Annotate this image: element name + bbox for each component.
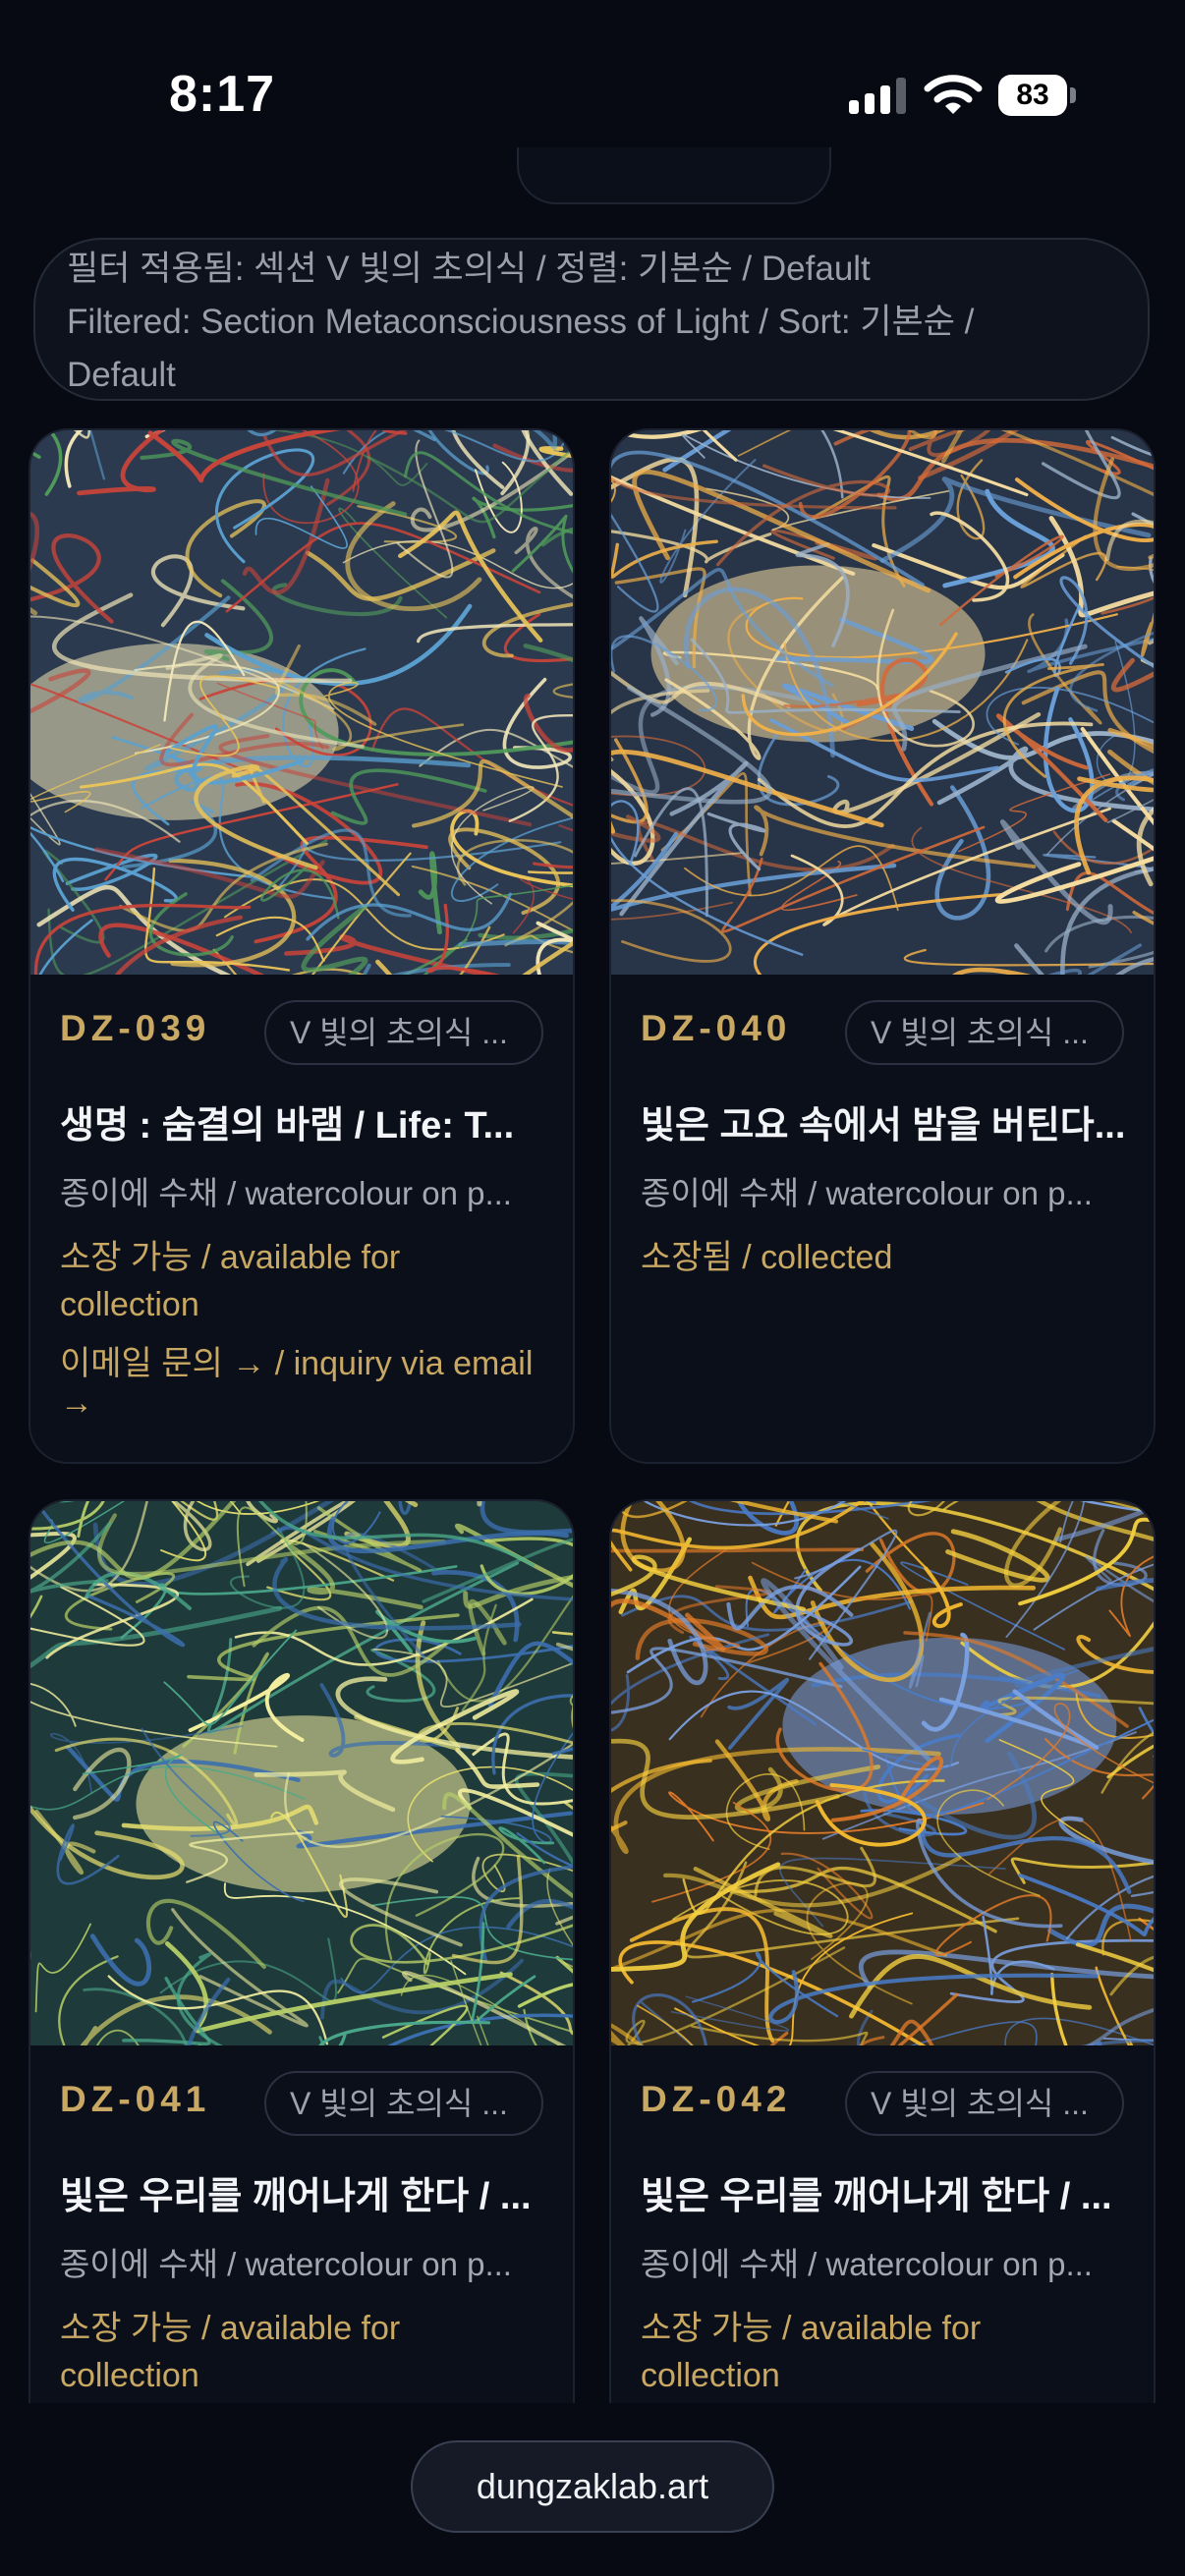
filter-summary-english-cont: Default	[67, 356, 176, 394]
status-bar: 8:17 83	[0, 0, 1185, 147]
top-nav-pill[interactable]	[517, 147, 831, 204]
artwork-card[interactable]: DZ-039 V 빛의 초의식 ... 생명 : 숨결의 바램 / Life: …	[28, 428, 575, 1464]
inquiry-email-link[interactable]: 이메일 문의 → / inquiry via email →	[60, 1344, 551, 1423]
cellular-signal-icon	[849, 77, 908, 116]
artwork-title: 빛은 고요 속에서 밤을 버틴다...	[641, 1105, 1126, 1147]
availability-line: 소장 가능 / available for	[60, 2310, 401, 2347]
artwork-image[interactable]	[611, 430, 1154, 975]
artwork-image[interactable]	[30, 430, 573, 975]
availability-line: collection	[60, 2357, 199, 2394]
artwork-card[interactable]: DZ-040 V 빛의 초의식 ... 빛은 고요 속에서 밤을 버틴다... …	[609, 428, 1156, 1464]
artwork-code: DZ-040	[641, 1008, 792, 1048]
availability-line: collection	[60, 1286, 199, 1323]
artwork-medium: 종이에 수채 / watercolour on p...	[641, 1175, 1093, 1211]
section-chip[interactable]: V 빛의 초의식 ...	[845, 2071, 1124, 2136]
artwork-medium: 종이에 수채 / watercolour on p...	[60, 1175, 512, 1211]
artwork-image[interactable]	[30, 1501, 573, 2045]
inquiry-line: 이메일 문의 → / inquiry via email	[60, 1345, 534, 1382]
artwork-title: 빛은 우리를 깨어나게 한다 / ...	[60, 2176, 532, 2217]
availability-status: 소장 가능 / available for collection	[641, 2305, 1132, 2399]
inquiry-line: →	[60, 1384, 93, 1422]
artwork-image[interactable]	[611, 1501, 1154, 2045]
availability-line: collection	[641, 2357, 780, 2394]
site-domain-pill[interactable]: dungzaklab.art	[411, 2440, 774, 2533]
artwork-medium: 종이에 수채 / watercolour on p...	[641, 2246, 1093, 2282]
filter-summary: 필터 적용됨: 섹션 V 빛의 초의식 / 정렬: 기본순 / Default …	[33, 238, 1150, 401]
availability-status: 소장 가능 / available for collection	[60, 1234, 551, 1328]
availability-line: 소장 가능 / available for	[641, 2310, 982, 2347]
status-time: 8:17	[169, 66, 276, 123]
battery-level: 83	[998, 75, 1067, 116]
artwork-code: DZ-041	[60, 2079, 211, 2119]
filter-summary-english: Filtered: Section Metaconsciousness of L…	[67, 303, 975, 341]
availability-line: 소장됨 / collected	[641, 1239, 893, 1276]
artwork-card[interactable]: DZ-041 V 빛의 초의식 ... 빛은 우리를 깨어나게 한다 / ...…	[28, 1499, 575, 2442]
artwork-medium: 종이에 수채 / watercolour on p...	[60, 2246, 512, 2282]
filter-summary-korean: 필터 적용됨: 섹션 V 빛의 초의식 / 정렬: 기본순 / Default	[67, 250, 871, 288]
availability-status: 소장 가능 / available for collection	[60, 2305, 551, 2399]
artwork-code: DZ-042	[641, 2079, 792, 2119]
artwork-title: 빛은 우리를 깨어나게 한다 / ...	[641, 2176, 1112, 2217]
artwork-card[interactable]: DZ-042 V 빛의 초의식 ... 빛은 우리를 깨어나게 한다 / ...…	[609, 1499, 1156, 2442]
availability-line: 소장 가능 / available for	[60, 1239, 401, 1276]
wifi-icon	[924, 73, 983, 118]
battery-icon: 83	[998, 75, 1077, 116]
availability-status: 소장됨 / collected	[641, 1234, 1132, 1281]
section-chip[interactable]: V 빛의 초의식 ...	[845, 1000, 1124, 1065]
section-chip[interactable]: V 빛의 초의식 ...	[264, 1000, 543, 1065]
artwork-code: DZ-039	[60, 1008, 211, 1048]
artwork-title: 생명 : 숨결의 바램 / Life: T...	[60, 1105, 515, 1147]
section-chip[interactable]: V 빛의 초의식 ...	[264, 2071, 543, 2136]
